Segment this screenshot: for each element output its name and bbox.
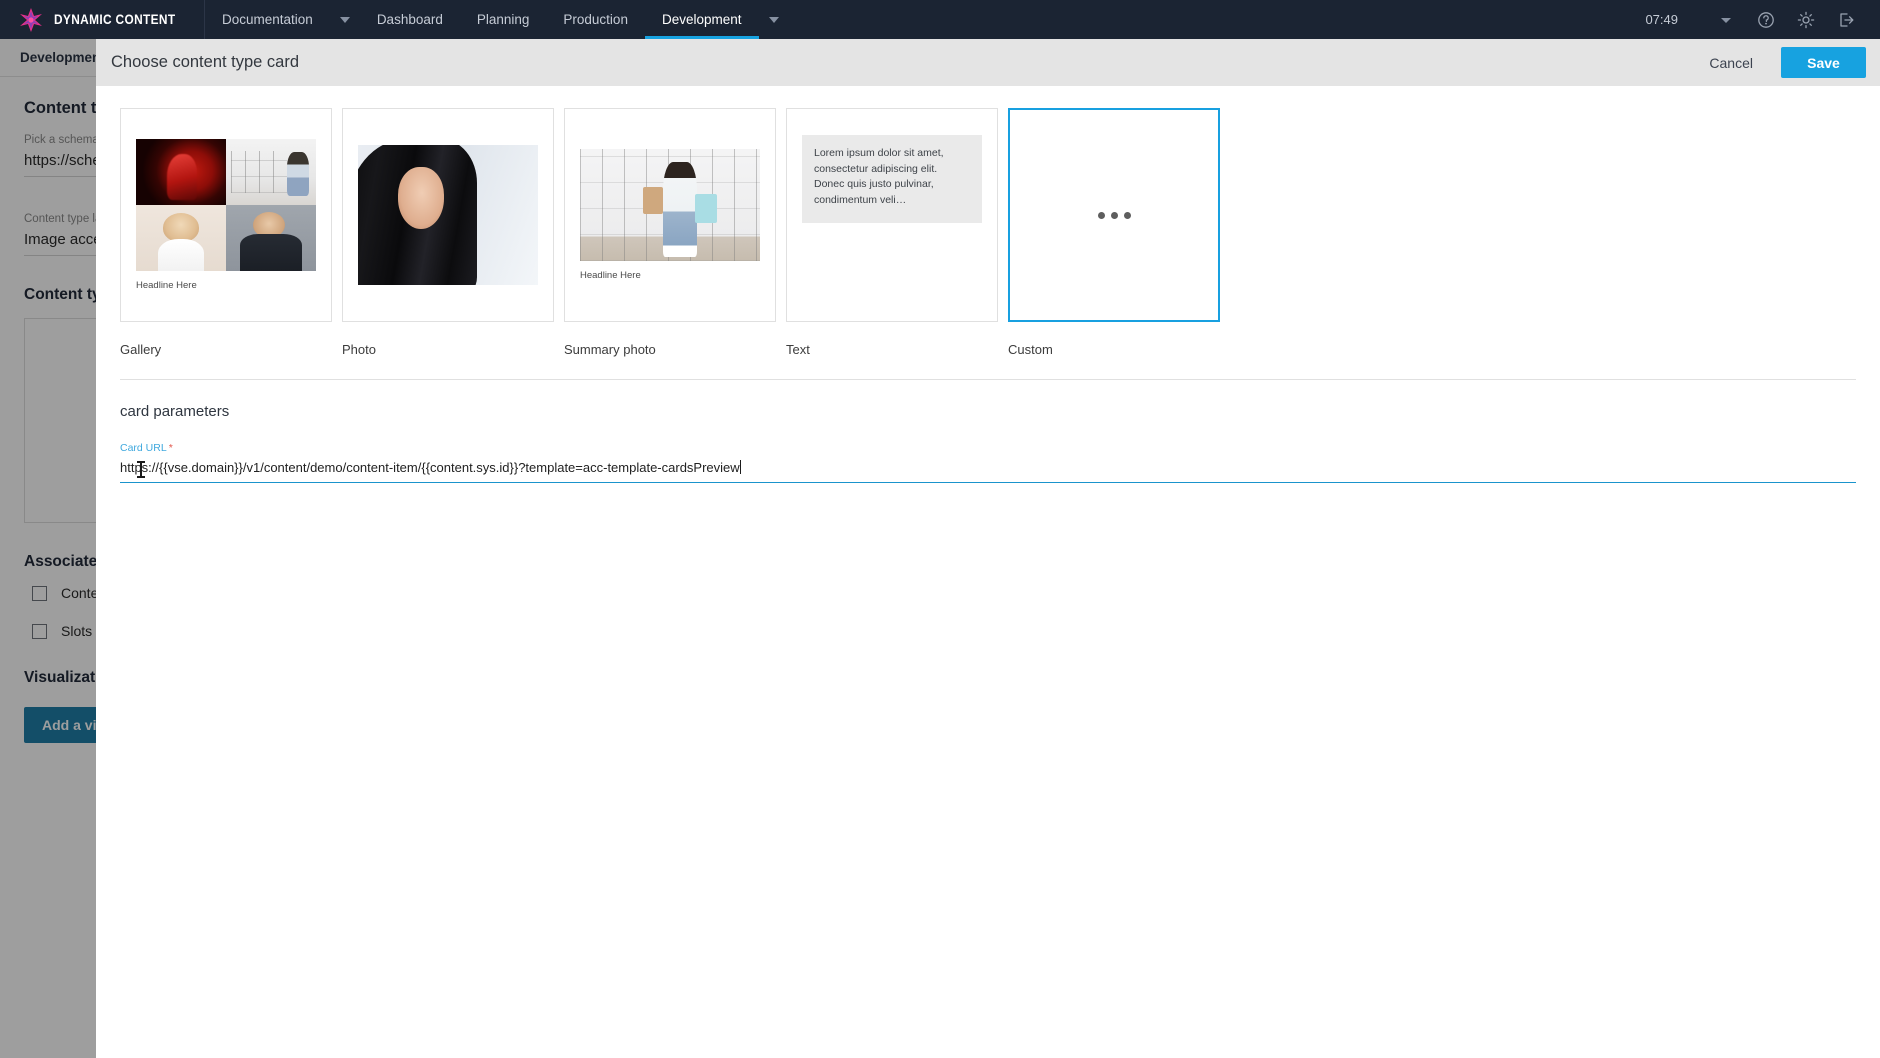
card-url-label: Card URL * [120,442,1856,454]
summary-image-bag-1 [643,187,663,214]
nav-items: Documentation Dashboard Planning Product… [205,0,789,39]
card-label-summary-photo: Summary photo [564,342,656,357]
ellipsis-dot-2 [1110,211,1118,219]
cancel-button[interactable]: Cancel [1687,39,1775,86]
nav-item-dashboard-label: Dashboard [376,12,443,27]
card-preview-custom[interactable] [1008,108,1220,322]
summary-preview-content: Headline Here [580,149,760,281]
help-icon[interactable] [1746,0,1786,39]
card-url-label-text: Card URL [120,442,167,454]
gallery-image-3 [136,205,226,271]
card-url-field: Card URL * https://{{vse.domain}}/v1/cont… [120,442,1856,483]
nav-item-documentation-label: Documentation [222,12,313,27]
card-url-input[interactable]: https://{{vse.domain}}/v1/content/demo/c… [120,460,1856,483]
gallery-image-2 [226,139,316,205]
nav-documentation-chevron-down-icon[interactable] [330,0,360,39]
card-option-photo[interactable]: Photo [342,108,554,357]
gallery-image-4 [226,205,316,271]
summary-image-bag-2 [695,193,717,223]
text-caret [739,460,741,474]
save-button[interactable]: Save [1781,47,1866,78]
nav-item-planning[interactable]: Planning [460,0,547,39]
nav-item-development-label: Development [661,12,742,27]
brand-logo[interactable]: DYNAMIC CONTENT [0,0,205,39]
nav-chevron-down-icon[interactable] [1706,0,1746,39]
nav-development-chevron-down-icon[interactable] [759,0,789,39]
top-navigation-bar: DYNAMIC CONTENT Documentation Dashboard … [0,0,1880,39]
ellipsis-dot-1 [1097,211,1105,219]
summary-headline: Headline Here [580,270,641,281]
section-divider [120,379,1856,380]
card-parameters-title: card parameters [120,403,230,420]
gallery-image-1 [136,139,226,205]
choose-content-type-card-modal: Choose content type card Cancel Save Hea… [96,39,1880,1058]
required-marker: * [168,442,173,454]
card-label-custom: Custom [1008,342,1053,357]
gallery-image-grid [136,139,316,271]
nav-item-documentation[interactable]: Documentation [205,0,330,39]
card-option-text[interactable]: Lorem ipsum dolor sit amet, consectetur … [786,108,998,357]
modal-header: Choose content type card Cancel Save [96,39,1880,86]
dynamic-content-logo-icon [18,7,44,33]
card-preview-gallery[interactable]: Headline Here [120,108,332,322]
card-preview-summary-photo[interactable]: Headline Here [564,108,776,322]
nav-right-group: 07:49 [1645,0,1880,39]
gallery-headline: Headline Here [136,280,197,291]
card-preview-photo[interactable] [342,108,554,322]
ellipsis-dot-3 [1123,211,1131,219]
card-option-custom[interactable]: Custom [1008,108,1220,357]
text-preview-body: Lorem ipsum dolor sit amet, consectetur … [802,135,982,223]
gear-icon[interactable] [1786,0,1826,39]
nav-item-production-label: Production [563,12,628,27]
modal-title: Choose content type card [111,53,300,71]
modal-actions: Cancel Save [1687,39,1880,86]
ellipsis-icon [1097,211,1131,219]
card-option-summary-photo[interactable]: Headline Here Summary photo [564,108,776,357]
card-label-gallery: Gallery [120,342,162,357]
logout-icon[interactable] [1826,0,1866,39]
nav-item-dashboard[interactable]: Dashboard [360,0,460,39]
card-option-gallery[interactable]: Headline Here Gallery [120,108,332,357]
photo-image [358,145,538,285]
brand-name: DYNAMIC CONTENT [54,12,176,27]
nav-item-development[interactable]: Development [644,0,759,39]
card-label-text: Text [786,342,810,357]
card-label-photo: Photo [342,342,376,357]
nav-time-display: 07:49 [1645,12,1678,27]
nav-item-planning-label: Planning [476,12,530,27]
text-preview-content: Lorem ipsum dolor sit amet, consectetur … [802,109,982,321]
summary-image [580,149,760,261]
card-type-grid: Headline Here Gallery Photo Headline Her… [120,108,1856,357]
card-url-value: https://{{vse.domain}}/v1/content/demo/c… [120,460,740,475]
nav-item-production[interactable]: Production [546,0,645,39]
card-preview-text[interactable]: Lorem ipsum dolor sit amet, consectetur … [786,108,998,322]
summary-image-person [662,162,697,257]
gallery-preview-content: Headline Here [136,139,316,291]
modal-body: Headline Here Gallery Photo Headline Her… [96,86,1880,1058]
